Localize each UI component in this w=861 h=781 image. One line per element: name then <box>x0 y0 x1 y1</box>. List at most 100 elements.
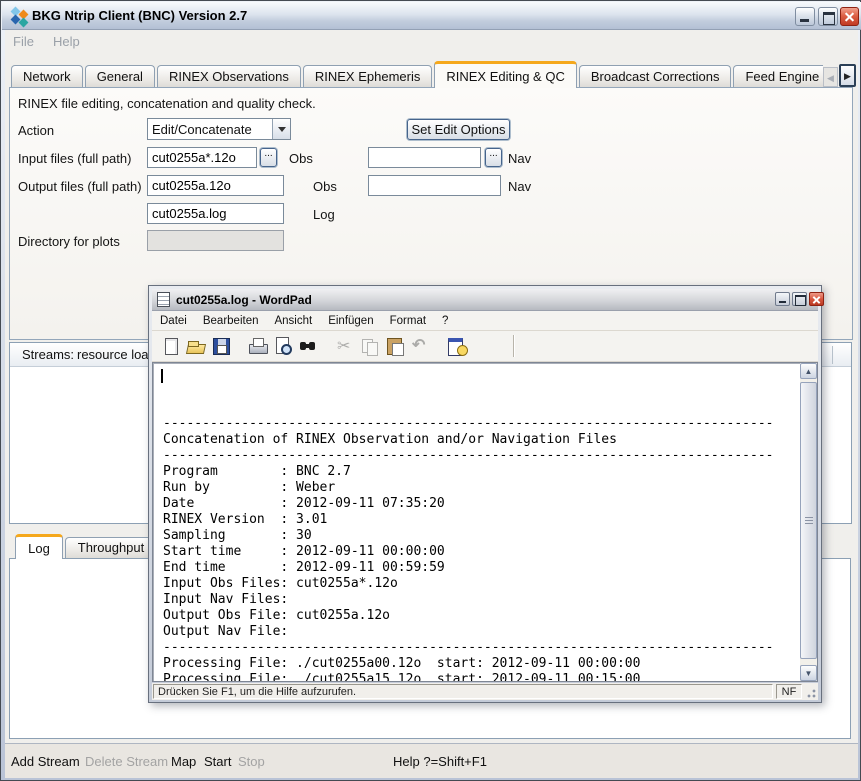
browse-input-nav-button[interactable]: ... <box>485 148 502 167</box>
document-line: Program : BNC 2.7 <box>163 464 800 480</box>
set-edit-options-button[interactable]: Set Edit Options <box>407 119 510 140</box>
input-obs-field[interactable] <box>147 147 257 168</box>
tab-log[interactable]: Log <box>15 534 63 559</box>
text-cursor <box>161 369 163 383</box>
stop-button: Stop <box>238 754 265 769</box>
document-line: ----------------------------------------… <box>163 416 800 432</box>
vertical-scrollbar[interactable]: ▲ ▼ <box>800 363 817 681</box>
tab-general[interactable]: General <box>85 65 155 88</box>
window-title: BKG Ntrip Client (BNC) Version 2.7 <box>32 8 247 23</box>
action-label: Action <box>18 123 54 138</box>
document-content[interactable]: ----------------------------------------… <box>153 363 800 681</box>
log-label: Log <box>313 207 335 222</box>
tab-throughput[interactable]: Throughput <box>65 537 157 559</box>
document-line: Processing File: ./cut0255a15.12o start:… <box>163 672 800 681</box>
close-button[interactable] <box>840 7 859 26</box>
minimize-button[interactable] <box>795 7 815 26</box>
output-obs-field[interactable] <box>147 175 284 196</box>
tab-rinex-ephemeris[interactable]: RINEX Ephemeris <box>303 65 432 88</box>
print-icon[interactable] <box>247 335 269 357</box>
output-nav-field[interactable] <box>368 175 501 196</box>
bnc-titlebar[interactable]: BKG Ntrip Client (BNC) Version 2.7 <box>2 2 861 30</box>
map-button[interactable]: Map <box>171 754 196 769</box>
scrollbar-thumb[interactable] <box>800 382 817 659</box>
wordpad-close-button[interactable] <box>809 292 824 306</box>
tab-rinex-editing-qc[interactable]: RINEX Editing & QC <box>434 61 577 88</box>
document-line: Output Obs File: cut0255a.12o <box>163 608 800 624</box>
document-line: Sampling : 30 <box>163 528 800 544</box>
save-icon[interactable] <box>210 335 232 357</box>
action-combobox[interactable]: Edit/Concatenate <box>147 118 291 140</box>
document-line: Run by : Weber <box>163 480 800 496</box>
delete-stream-button: Delete Stream <box>85 754 168 769</box>
wordpad-maximize-button[interactable] <box>792 292 807 306</box>
input-files-label: Input files (full path) <box>18 151 131 166</box>
chevron-down-icon[interactable] <box>272 119 290 139</box>
document-icon <box>157 292 170 307</box>
maximize-button[interactable] <box>818 7 838 26</box>
wp-menu-bearbeiten[interactable]: Bearbeiten <box>195 315 267 327</box>
column-divider <box>832 346 833 364</box>
streams-header-value: resource loa <box>77 347 149 362</box>
new-icon[interactable] <box>160 335 182 357</box>
document-line: ----------------------------------------… <box>163 448 800 464</box>
tab-scroll-left-icon: ◀ <box>823 67 838 87</box>
toolbar-separator <box>513 335 514 357</box>
scroll-down-icon[interactable]: ▼ <box>800 665 817 681</box>
wordpad-statusbar: Drücken Sie F1, um die Hilfe aufzurufen.… <box>152 683 818 700</box>
tab-feed-engine[interactable]: Feed Engine <box>733 65 823 88</box>
wordpad-text-area[interactable]: ----------------------------------------… <box>152 362 818 682</box>
document-line: End time : 2012-09-11 00:59:59 <box>163 560 800 576</box>
start-button[interactable]: Start <box>204 754 231 769</box>
status-nf-indicator: NF <box>776 684 802 699</box>
input-nav-field[interactable] <box>368 147 481 168</box>
browse-input-obs-button[interactable]: ... <box>260 148 277 167</box>
wp-menu-ansicht[interactable]: Ansicht <box>266 315 320 327</box>
wp-menu-datei[interactable]: Datei <box>152 315 195 327</box>
menu-help[interactable]: Help <box>53 34 80 49</box>
tab-scroll-right-icon[interactable]: ▶ <box>839 64 856 87</box>
nav-label-2: Nav <box>508 179 531 194</box>
document-line: RINEX Version : 3.01 <box>163 512 800 528</box>
wp-menu-hilfe[interactable]: ? <box>434 315 456 327</box>
cut-icon[interactable] <box>334 335 356 357</box>
help-shortcut-label: Help ?=Shift+F1 <box>393 754 487 769</box>
document-line: Processing File: ./cut0255a00.12o start:… <box>163 656 800 672</box>
tab-network[interactable]: Network <box>11 65 83 88</box>
directory-plots-field <box>147 230 284 251</box>
output-log-field[interactable] <box>147 203 284 224</box>
document-line: ----------------------------------------… <box>163 640 800 656</box>
wordpad-titlebar[interactable]: cut0255a.log - WordPad <box>152 289 818 311</box>
paste-icon[interactable] <box>384 335 406 357</box>
copy-icon[interactable] <box>359 335 381 357</box>
undo-icon[interactable] <box>409 335 431 357</box>
wp-menu-einfuegen[interactable]: Einfügen <box>320 315 381 327</box>
obs-label-2: Obs <box>313 179 337 194</box>
status-message: Drücken Sie F1, um die Hilfe aufzurufen. <box>153 684 773 699</box>
add-stream-button[interactable]: Add Stream <box>11 754 80 769</box>
document-line: Start time : 2012-09-11 00:00:00 <box>163 544 800 560</box>
open-icon[interactable] <box>185 335 207 357</box>
menu-file[interactable]: File <box>13 34 34 49</box>
nav-label-1: Nav <box>508 151 531 166</box>
scroll-up-icon[interactable]: ▲ <box>800 363 817 379</box>
wp-menu-format[interactable]: Format <box>382 315 434 327</box>
wordpad-minimize-button[interactable] <box>775 292 790 306</box>
obs-label-1: Obs <box>289 151 313 166</box>
document-line: Concatenation of RINEX Observation and/o… <box>163 432 800 448</box>
bottom-action-bar: Add Stream Delete StreamMap Start Stop Help… <box>5 743 858 778</box>
document-line: Input Nav Files: <box>163 592 800 608</box>
document-line: Date : 2012-09-11 07:35:20 <box>163 496 800 512</box>
find-icon[interactable] <box>297 335 319 357</box>
tab-rinex-observations[interactable]: RINEX Observations <box>157 65 301 88</box>
datetime-icon[interactable] <box>446 335 468 357</box>
document-line: Output Nav File: <box>163 624 800 640</box>
output-files-label: Output files (full path) <box>18 179 142 194</box>
menubar: File Help <box>5 30 858 53</box>
print-preview-icon[interactable] <box>272 335 294 357</box>
resize-grip[interactable] <box>804 686 817 699</box>
tab-broadcast-corrections[interactable]: Broadcast Corrections <box>579 65 732 88</box>
wordpad-menubar: DateiBearbeitenAnsichtEinfügenFormat? <box>152 311 818 331</box>
wordpad-title: cut0255a.log - WordPad <box>176 293 312 307</box>
bnc-app-icon <box>10 6 30 26</box>
